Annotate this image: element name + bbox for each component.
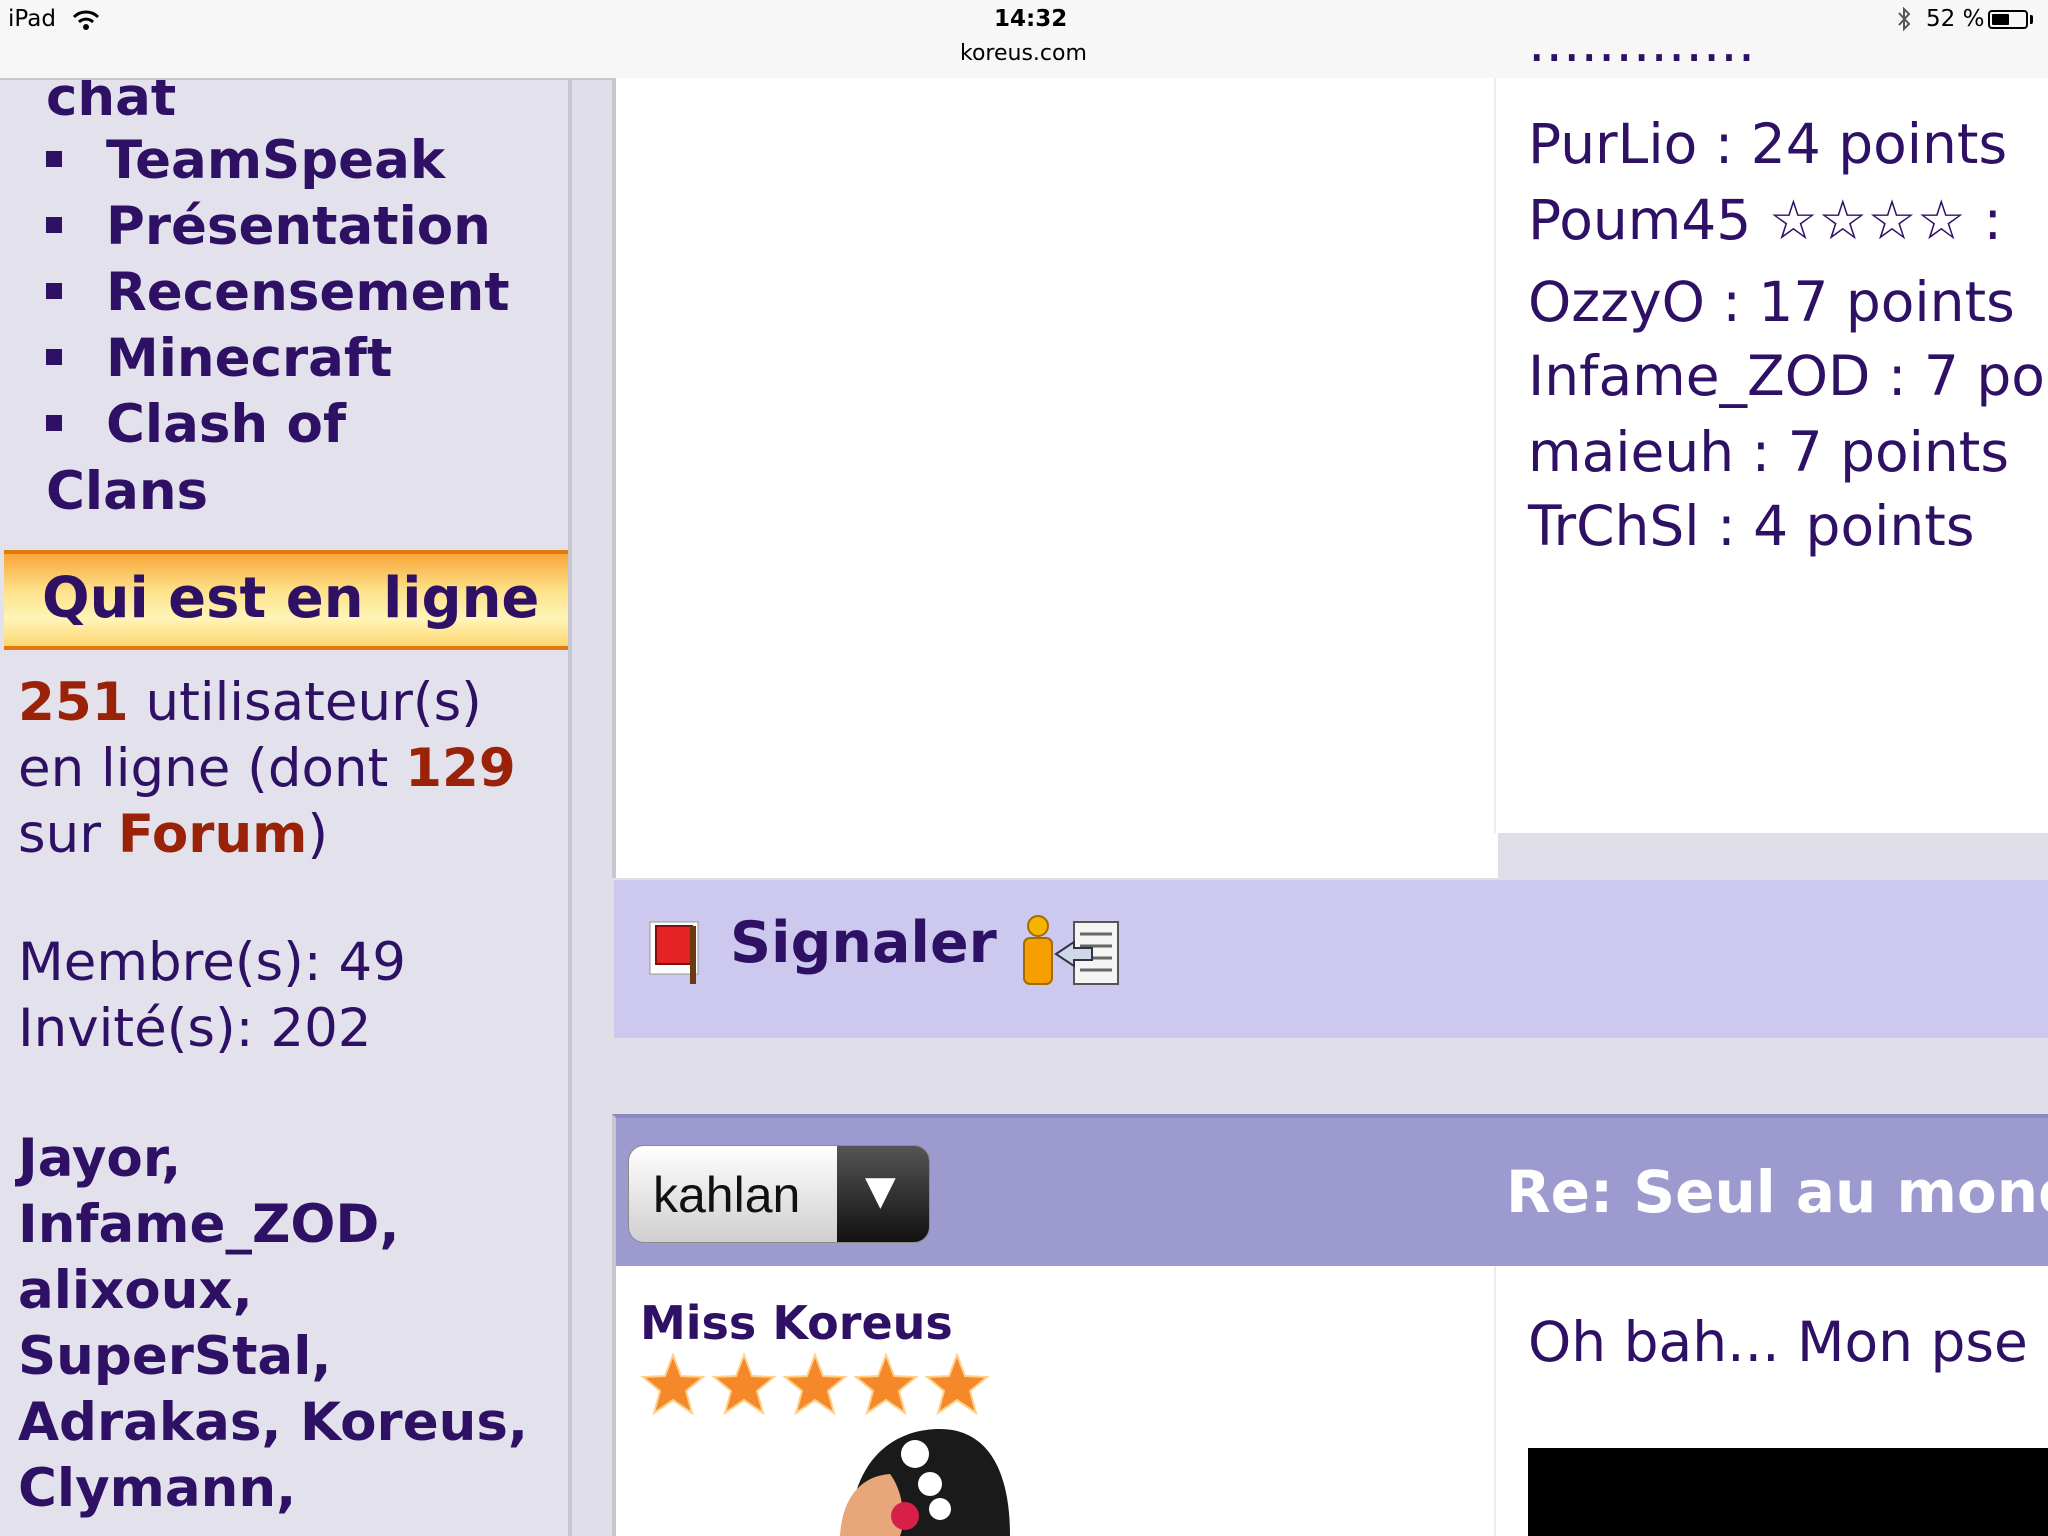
online-user[interactable]: Clymann, xyxy=(18,1456,296,1522)
author-name[interactable]: Miss Koreus xyxy=(640,1296,953,1350)
menu-item-clash-of-clans[interactable]: Clash of xyxy=(46,392,346,458)
online-text: utilisateur(s) xyxy=(128,672,482,733)
bullet xyxy=(46,283,62,300)
menu-item-label: Présentation xyxy=(106,196,491,257)
score-line: Infame_ZOD : 7 po xyxy=(1528,344,2045,408)
forum-count: 129 xyxy=(405,738,516,799)
score-line: Poum45 ☆☆☆☆ : xyxy=(1528,188,2002,252)
wifi-icon xyxy=(72,10,100,30)
online-forum-line: en ligne (dont 129 xyxy=(18,736,516,802)
score-partial: ············· xyxy=(1528,26,1756,90)
online-forum-line-2: sur Forum) xyxy=(18,802,328,868)
post-text: Oh bah... Mon pse xyxy=(1528,1310,2028,1374)
column-divider xyxy=(1494,1266,1496,1536)
online-text: en ligne (dont xyxy=(18,738,406,799)
online-text: ) xyxy=(307,804,329,865)
forum-link[interactable]: Forum xyxy=(118,804,308,865)
star-icon xyxy=(782,1352,848,1416)
menu-item-clans-continued[interactable]: Clans xyxy=(46,462,208,522)
online-title: Qui est en ligne xyxy=(42,566,540,631)
score-line: OzzyO : 17 points xyxy=(1528,270,2015,334)
post-author-column xyxy=(612,78,1498,878)
star-icon xyxy=(853,1352,919,1416)
chevron-down-icon: ▼ xyxy=(865,1168,896,1214)
bullet xyxy=(46,349,62,366)
bullet xyxy=(46,151,62,168)
bullet xyxy=(46,217,62,234)
column-divider xyxy=(1494,78,1496,833)
report-icon[interactable] xyxy=(1016,912,1131,992)
menu-item-label: Minecraft xyxy=(106,328,393,389)
star-icon xyxy=(924,1352,990,1416)
online-count-line: 251 utilisateur(s) xyxy=(18,670,482,736)
url-label[interactable]: koreus.com xyxy=(960,41,1087,66)
star-icon xyxy=(711,1352,777,1416)
user-dropdown[interactable]: kahlan ▼ xyxy=(628,1145,930,1243)
menu-item-presentation[interactable]: Présentation xyxy=(46,194,491,260)
flag-icon[interactable] xyxy=(646,918,706,986)
guests-count: Invité(s): 202 xyxy=(18,998,372,1059)
online-user[interactable]: SuperStal, xyxy=(18,1324,332,1390)
score-line: maieuh : 7 points xyxy=(1528,420,2010,484)
menu-item-minecraft[interactable]: Minecraft xyxy=(46,326,392,392)
online-user[interactable]: Infame_ZOD, xyxy=(18,1192,400,1258)
online-user[interactable]: Adrakas, Koreus, xyxy=(18,1390,528,1456)
menu-item-recensement[interactable]: Recensement xyxy=(46,260,510,326)
menu-item-label: Recensement xyxy=(106,262,510,323)
online-user[interactable]: Jayor, xyxy=(18,1126,181,1192)
online-count: 251 xyxy=(18,672,129,733)
menu-item-teamspeak[interactable]: TeamSpeak xyxy=(46,128,445,194)
embedded-video[interactable] xyxy=(1528,1448,2048,1536)
star-icon xyxy=(640,1352,706,1416)
battery-tip xyxy=(2030,15,2033,24)
selected-user: kahlan xyxy=(653,1167,801,1223)
battery-fill xyxy=(1992,14,2009,25)
menu-item-label: Clash of xyxy=(106,394,347,455)
bullet xyxy=(46,415,62,432)
post-title[interactable]: Re: Seul au mond xyxy=(1506,1158,2048,1226)
menu-item-label: TeamSpeak xyxy=(106,130,446,191)
online-text: sur xyxy=(18,804,118,865)
online-header: Qui est en ligne xyxy=(4,550,568,650)
online-user[interactable]: alixoux, xyxy=(18,1258,253,1324)
members-count: Membre(s): 49 xyxy=(18,932,406,993)
avatar xyxy=(840,1429,1010,1536)
bluetooth-icon xyxy=(1898,6,1911,32)
dropdown-toggle[interactable]: ▼ xyxy=(837,1146,929,1242)
clock: 14:32 xyxy=(994,6,1068,32)
report-link[interactable]: Signaler xyxy=(730,910,997,976)
device-label: iPad xyxy=(8,6,56,32)
user-dropdown-value: kahlan xyxy=(629,1146,837,1242)
score-line: TrChSl : 4 points xyxy=(1528,494,1975,558)
menu-item-chat[interactable]: chat xyxy=(46,80,176,128)
battery-percent: 52 % xyxy=(1926,6,1985,32)
score-line: PurLio : 24 points xyxy=(1528,112,2008,176)
battery-icon xyxy=(1988,10,2028,29)
